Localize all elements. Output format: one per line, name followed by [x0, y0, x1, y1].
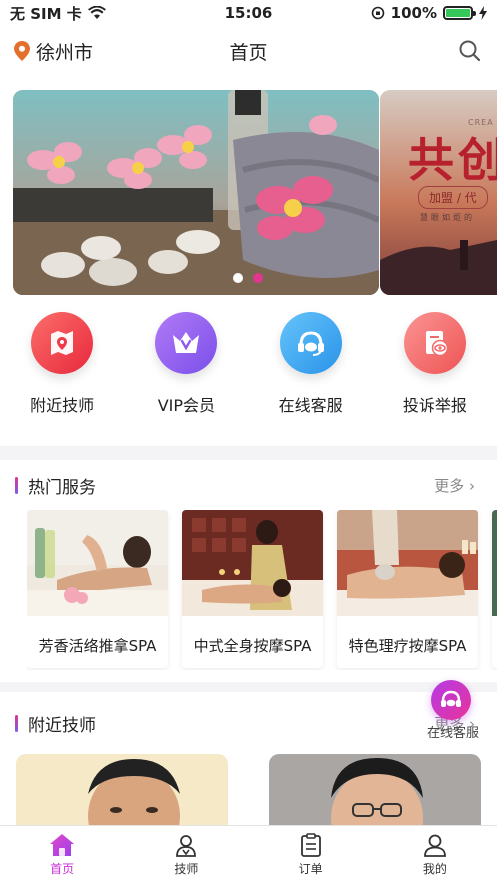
service-name: 特色理疗按摩SPA: [348, 637, 467, 655]
bottom-tab-bar: 首页 技师 订单 我的: [0, 825, 497, 883]
hot-services-title: 热门服务: [28, 477, 96, 498]
quick-label: 在线客服: [278, 396, 343, 415]
home-icon: [50, 834, 75, 856]
more-text: 更多: [434, 476, 465, 495]
chevron-right-icon: ›: [469, 476, 475, 495]
tab-label: 技师: [174, 862, 199, 876]
hot-services-list: 芳香活络推拿SPA 中式全身按摩SPA 特色理疗按摩SPA: [27, 510, 497, 670]
banner-next-slide[interactable]: CREA 共创 加盟 / 代 慧眼如炬的: [380, 90, 497, 295]
service-image: [337, 510, 478, 616]
tab-orders[interactable]: 订单: [249, 826, 373, 883]
tab-technicians[interactable]: 技师: [124, 826, 248, 883]
section-accent-bar: [15, 714, 18, 732]
service-card[interactable]: 中式全身按摩SPA: [182, 510, 323, 668]
banner-spa-image: [13, 90, 379, 295]
rotation-lock-icon: [371, 6, 384, 20]
quick-nearby-techs[interactable]: 附近技师: [0, 312, 124, 416]
banner-next-title: 共创: [408, 133, 497, 187]
service-name: 芳香活络推拿SPA: [38, 637, 157, 655]
hot-services-header: 热门服务 更多 ›: [0, 460, 497, 510]
search-icon[interactable]: [457, 38, 483, 64]
service-image: [27, 510, 168, 616]
technician-photo: [16, 754, 228, 834]
quick-customer-service[interactable]: 在线客服: [249, 312, 373, 416]
carousel-dot[interactable]: [233, 273, 243, 283]
carrier-text: 无 SIM 卡: [10, 4, 82, 23]
charging-icon: [479, 6, 487, 20]
wifi-icon: [87, 6, 106, 19]
hot-services-section: 热门服务 更多 › 芳香活络推拿SPA 中式全身按摩SPA 特色理疗按摩SPA: [0, 460, 497, 682]
technician-card[interactable]: [269, 754, 481, 834]
status-bar: 无 SIM 卡 15:06 100%: [0, 0, 497, 26]
service-image: [182, 510, 323, 616]
technician-photo: [269, 754, 481, 834]
hot-services-more-link[interactable]: 更多 ›: [434, 475, 475, 496]
banner-next-tagline: 慧眼如炬的: [420, 213, 475, 222]
quick-label: 附近技师: [30, 396, 95, 415]
quick-label: 投诉举报: [402, 396, 467, 415]
eye-document-icon: [403, 312, 466, 374]
crown-icon: [155, 312, 218, 374]
service-card[interactable]: 特色理疗按摩SPA: [337, 510, 478, 668]
technician-card[interactable]: [16, 754, 228, 834]
header: 徐州市 首页: [0, 26, 497, 76]
quick-menu: 附近技师 VIP会员 在线客服 投诉举报: [0, 312, 497, 416]
tab-mine[interactable]: 我的: [373, 826, 497, 883]
battery-icon: [443, 6, 476, 20]
location-selector[interactable]: 徐州市: [14, 38, 93, 65]
tab-home[interactable]: 首页: [0, 826, 124, 883]
banner-carousel[interactable]: [13, 90, 379, 295]
user-icon: [423, 834, 446, 857]
banner-next-subtitle: 加盟 / 代: [418, 186, 488, 209]
tab-label: 首页: [50, 862, 75, 876]
headset-icon: [279, 312, 342, 374]
order-list-icon: [300, 833, 321, 857]
section-accent-bar: [15, 476, 18, 494]
service-card[interactable]: 芳香活络推拿SPA: [27, 510, 168, 668]
carousel-dots: [233, 273, 263, 283]
tab-label: 订单: [298, 862, 323, 876]
floating-service-label: 在线客服: [426, 726, 479, 741]
service-name: 中式全身按摩SPA: [193, 637, 312, 655]
headset-icon: [431, 680, 471, 720]
location-pin-icon: [14, 41, 30, 61]
quick-complaint[interactable]: 投诉举报: [373, 312, 497, 416]
quick-vip[interactable]: VIP会员: [124, 312, 248, 416]
map-pin-icon: [31, 312, 94, 374]
top-area: CREA 共创 加盟 / 代 慧眼如炬的 附近技师 VIP会员 在线客服 投诉举…: [0, 76, 497, 446]
nearby-techs-title: 附近技师: [28, 715, 96, 736]
service-card-partial[interactable]: [492, 510, 497, 668]
city-name: 徐州市: [36, 41, 94, 64]
floating-service-button[interactable]: 在线客服: [423, 678, 483, 741]
tab-label: 我的: [422, 862, 447, 876]
status-time: 15:06: [224, 4, 273, 22]
service-image: [492, 510, 497, 616]
battery-percent: 100%: [390, 4, 437, 22]
technician-icon: [176, 835, 197, 857]
carousel-dot-active[interactable]: [253, 273, 263, 283]
quick-label: VIP会员: [157, 396, 216, 415]
